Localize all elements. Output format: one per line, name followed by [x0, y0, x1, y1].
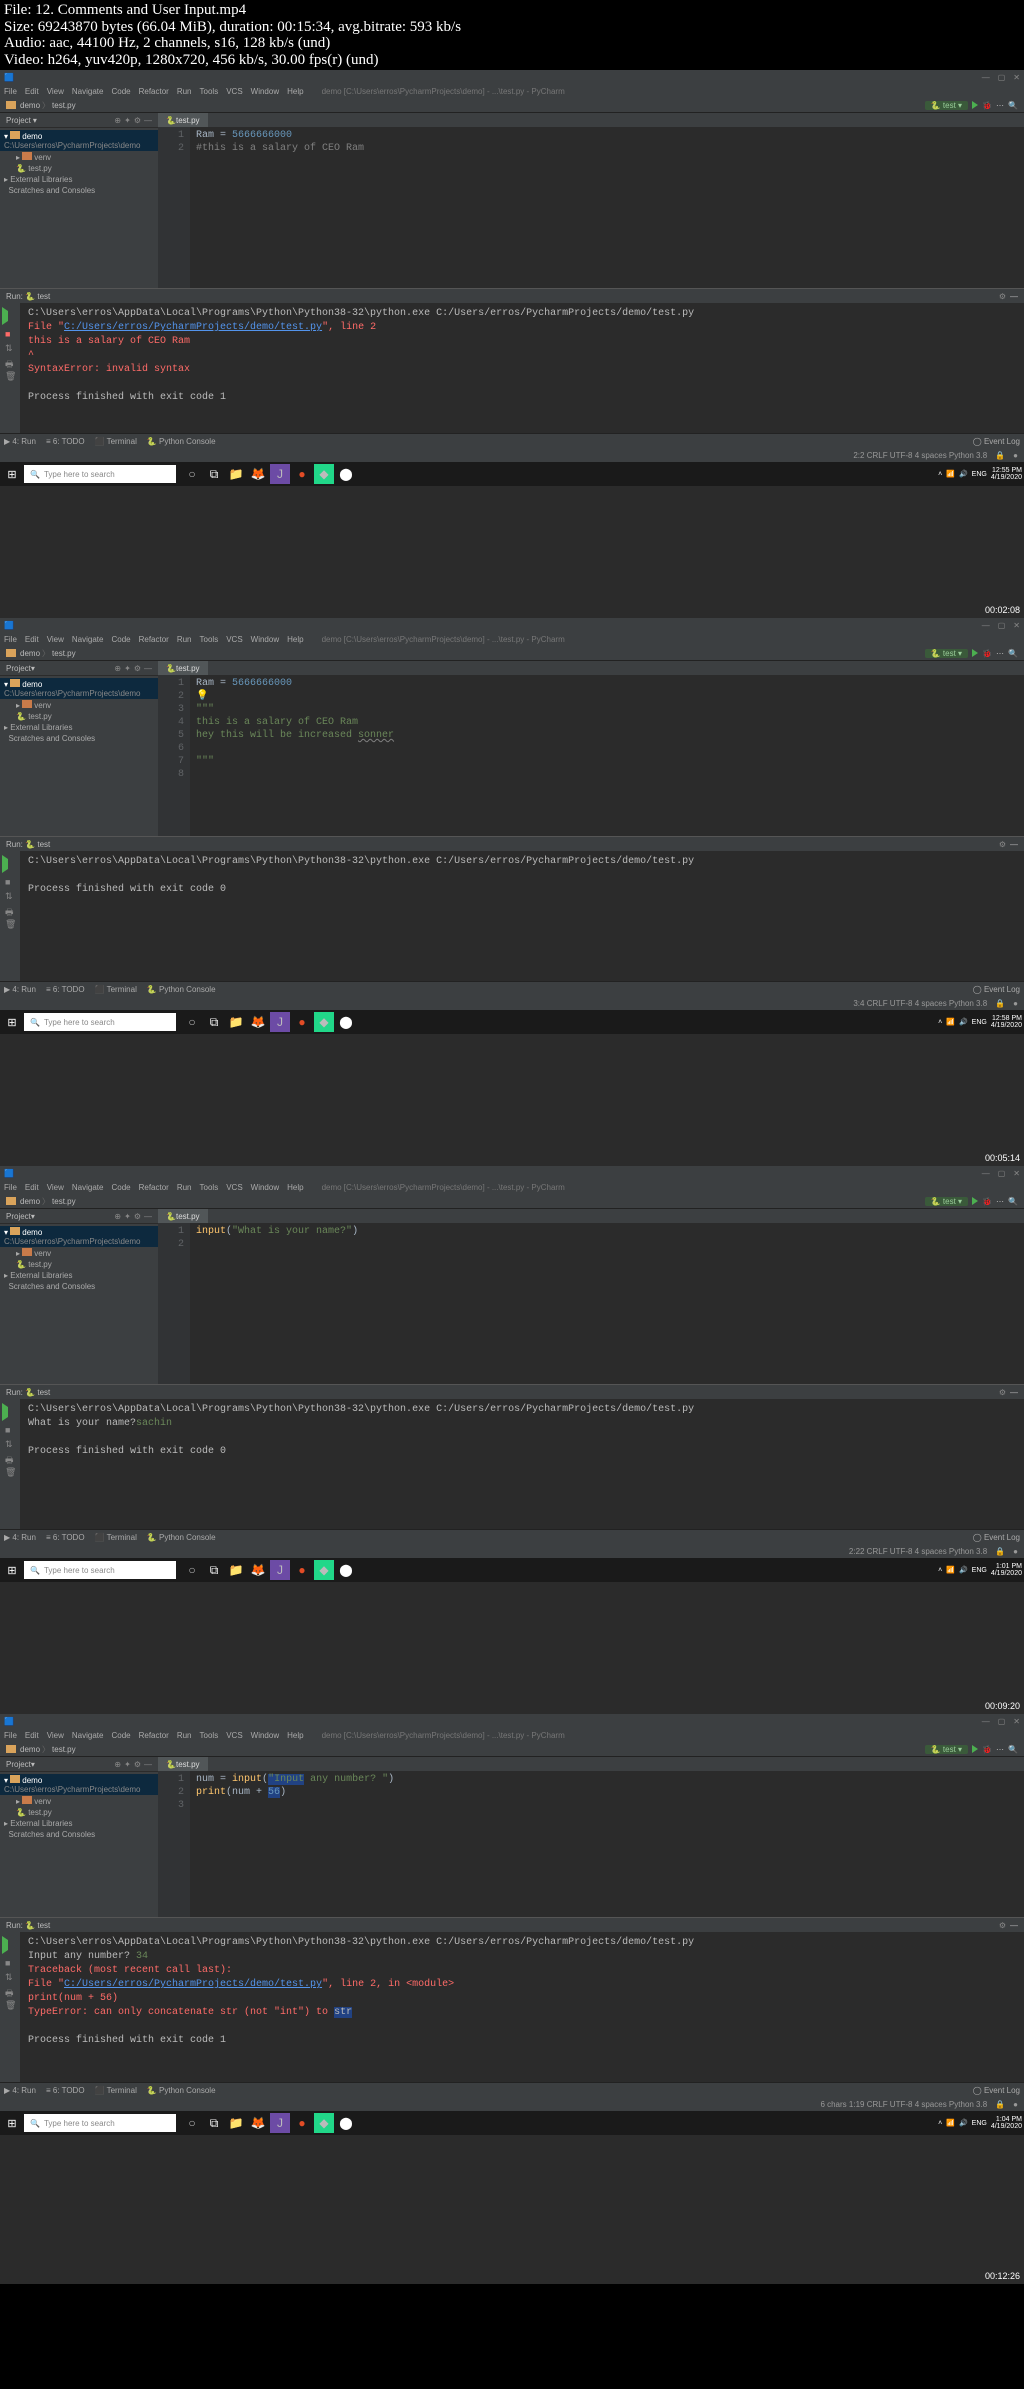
menu-window[interactable]: Window	[251, 87, 279, 96]
obs-icon[interactable]: ⬤	[336, 464, 356, 484]
run-icon[interactable]	[972, 101, 978, 109]
event-log[interactable]: ◯ Event Log	[973, 437, 1020, 446]
tab-console[interactable]: 🐍 Python Console	[147, 437, 216, 446]
app-icon-purple[interactable]: J	[270, 464, 290, 484]
screenshot-4: 🟦—▢✕ FileEditViewNavigateCodeRefactorRun…	[0, 1714, 1024, 2284]
menu-run[interactable]: Run	[177, 87, 192, 96]
trash-icon[interactable]: 🗑	[5, 371, 15, 381]
console-output[interactable]: C:\Users\erros\AppData\Local\Programs\Py…	[20, 1932, 1024, 2082]
menubar: File Edit View Navigate Code Refactor Run Tools…	[0, 84, 1024, 98]
gutter: 12	[158, 127, 190, 288]
menu-view[interactable]: View	[47, 87, 64, 96]
menu-help[interactable]: Help	[287, 87, 303, 96]
explorer-icon[interactable]: 📁	[226, 464, 246, 484]
menu-edit[interactable]: Edit	[25, 87, 39, 96]
search-icon[interactable]: 🔍	[1008, 101, 1018, 110]
min-icon[interactable]: —	[982, 73, 990, 82]
tray-up-icon[interactable]: ˄	[938, 471, 942, 478]
pycharm-icon[interactable]: ◆	[314, 464, 334, 484]
tree-testpy[interactable]: 🐍 test.py	[0, 163, 158, 174]
window-title: demo [C:\Users\erros\PycharmProjects\dem…	[322, 87, 565, 96]
console-output[interactable]: C:\Users\erros\AppData\Local\Programs\Py…	[20, 851, 1024, 981]
tree-root[interactable]: ▾ demo C:\Users\erros\PycharmProjects\de…	[0, 130, 158, 151]
run-hide-icon[interactable]: —	[1010, 292, 1018, 301]
stop-icon[interactable]: ■	[5, 329, 15, 339]
menu-refactor[interactable]: Refactor	[139, 87, 169, 96]
console-output[interactable]: C:\Users\erros\AppData\Local\Programs\Py…	[20, 303, 1024, 433]
editor[interactable]: 12 input("What is your name?")	[158, 1223, 1024, 1384]
statusbar: 2:2 CRLF UTF-8 4 spaces Python 3.8🔒●	[0, 448, 1024, 462]
menu-navigate[interactable]: Navigate	[72, 87, 104, 96]
app-icon-red[interactable]: ●	[292, 464, 312, 484]
audio-info: Audio: aac, 44100 Hz, 2 channels, s16, 1…	[4, 35, 1020, 52]
tab-todo[interactable]: ≡ 6: TODO	[46, 437, 85, 446]
more-icon[interactable]: ⋯	[996, 101, 1004, 110]
status-text: 2:2 CRLF UTF-8 4 spaces Python 3.8	[853, 451, 987, 460]
folder-icon	[6, 101, 16, 109]
breadcrumb-demo[interactable]: demo	[20, 101, 40, 110]
menu-code[interactable]: Code	[111, 87, 130, 96]
collapse-icon[interactable]: ⊕	[114, 116, 121, 125]
run-config[interactable]: 🐍 test ▾	[925, 101, 968, 110]
run-panel: Run: 🐍 test⚙— ■⇅🖶🗑 C:\Users\erros\AppDat…	[0, 288, 1024, 433]
tab-testpy[interactable]: 🐍 test.py	[158, 113, 208, 127]
run-settings-icon[interactable]: ⚙	[999, 292, 1006, 301]
screenshot-3: 🟦—▢✕ FileEditViewNavigateCodeRefactorRun…	[0, 1166, 1024, 1714]
console-output[interactable]: C:\Users\erros\AppData\Local\Programs\Py…	[20, 1399, 1024, 1529]
breadcrumb-testpy[interactable]: test.py	[52, 101, 76, 110]
cortana-icon[interactable]: ○	[182, 464, 202, 484]
tree-extlib[interactable]: ▸ External Libraries	[0, 174, 158, 185]
editor-tabs: 🐍 test.py	[158, 113, 1024, 127]
taskview-icon[interactable]: ⧉	[204, 464, 224, 484]
max-icon[interactable]: ▢	[998, 73, 1006, 82]
file-info-header: File: 12. Comments and User Input.mp4 Si…	[0, 0, 1024, 70]
settings-icon[interactable]: ✦	[124, 116, 131, 125]
editor[interactable]: 12345678 Ram = 5666666000 💡 """ this is …	[158, 675, 1024, 836]
screenshot-1: 🟦—▢✕ FileEditViewNavigateCodeRefactorRun…	[0, 70, 1024, 618]
rerun-icon[interactable]	[2, 307, 18, 325]
menu-file[interactable]: File	[4, 87, 17, 96]
menu-tools[interactable]: Tools	[200, 87, 219, 96]
run-toolbar: ■ ⇅ 🖶 🗑	[0, 303, 20, 433]
tab-terminal[interactable]: ⬛ Terminal	[95, 437, 137, 446]
titlebar: 🟦—▢✕	[0, 70, 1024, 84]
video-info: Video: h264, yuv420p, 1280x720, 456 kb/s…	[4, 52, 1020, 69]
editor[interactable]: 12 Ram = 5666666000 #this is a salary of…	[158, 127, 1024, 288]
lang-indicator[interactable]: ENG	[972, 471, 987, 478]
tab-run[interactable]: ▶ 4: Run	[4, 437, 36, 446]
gear-icon[interactable]: ⚙	[134, 116, 141, 125]
lightbulb-icon[interactable]: 💡	[196, 691, 208, 702]
file-name: File: 12. Comments and User Input.mp4	[4, 2, 1020, 19]
run-label: Run:	[6, 292, 23, 301]
debug-icon[interactable]: 🐞	[982, 101, 992, 110]
firefox-icon[interactable]: 🦊	[248, 464, 268, 484]
navbar: demo 〉test.py 🐍 test ▾🐞⋯🔍	[0, 98, 1024, 113]
clock[interactable]: 12:55 PM4/19/2020	[991, 467, 1022, 481]
taskbar: ⊞ 🔍 Type here to search ○ ⧉ 📁 🦊 J ● ◆ ⬤ …	[0, 462, 1024, 486]
project-label[interactable]: Project	[6, 116, 31, 125]
volume-icon[interactable]: 🔊	[959, 470, 968, 478]
wifi-icon[interactable]: 📶	[946, 470, 955, 478]
start-button[interactable]: ⊞	[0, 462, 24, 486]
lock-icon[interactable]: 🔒	[995, 451, 1005, 460]
taskbar-search[interactable]: 🔍 Type here to search	[24, 465, 176, 483]
video-timestamp: 00:02:08	[985, 605, 1020, 615]
hide-icon[interactable]: —	[144, 116, 152, 125]
run-config-name[interactable]: test	[37, 292, 50, 301]
file-size: Size: 69243870 bytes (66.04 MiB), durati…	[4, 19, 1020, 36]
close-icon[interactable]: ✕	[1013, 73, 1020, 82]
tool-window-bar: ▶ 4: Run ≡ 6: TODO ⬛ Terminal 🐍 Python Cons…	[0, 433, 1024, 448]
layout-icon[interactable]: ⇅	[5, 343, 15, 353]
project-tree[interactable]: ▾ demo C:\Users\erros\PycharmProjects\de…	[0, 128, 158, 288]
tree-scratches[interactable]: Scratches and Consoles	[0, 185, 158, 196]
tree-venv[interactable]: ▸ venv	[0, 151, 158, 163]
print-icon[interactable]: 🖶	[5, 357, 15, 367]
menu-vcs[interactable]: VCS	[226, 87, 242, 96]
project-panel: Project▾⊕✦⚙— ▾ demo C:\Users\erros\Pycha…	[0, 113, 158, 288]
editor[interactable]: 123 num = input("Input any number? ") pr…	[158, 1771, 1024, 1917]
screenshot-2: 🟦—▢✕ FileEditViewNavigateCodeRefactorRun…	[0, 618, 1024, 1166]
